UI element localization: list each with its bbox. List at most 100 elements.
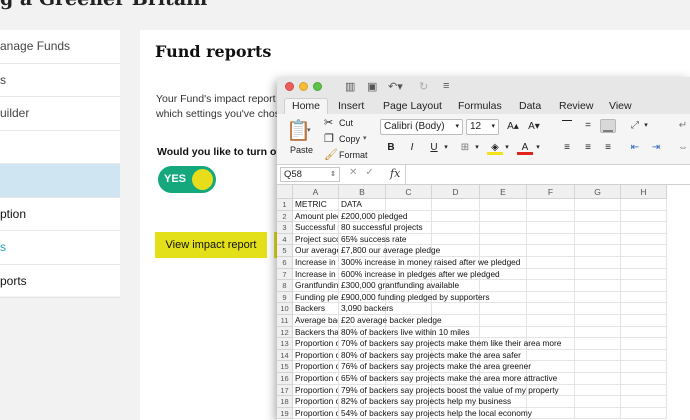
align-middle-icon[interactable]: = [580,119,596,133]
cell-b[interactable]: 54% of backers say projects help the loc… [339,407,532,420]
sidebar-item[interactable] [0,131,120,164]
bold-button[interactable]: B [383,141,399,155]
tab-insert[interactable]: Insert [338,98,364,114]
sidebar-item[interactable]: anage Funds [0,30,120,64]
cell-e[interactable] [480,199,527,211]
cell-e[interactable] [480,210,527,223]
cell-e[interactable] [480,222,527,234]
cell-g[interactable] [575,291,621,304]
row-header[interactable]: 19 [277,407,293,420]
row-header[interactable]: 3 [277,222,293,234]
cell-g[interactable] [575,233,621,246]
tab-home[interactable]: Home [284,98,329,114]
cell-h[interactable] [621,349,667,362]
formula-cancel-confirm-icons[interactable]: ✕✓ [349,167,382,178]
cell-g[interactable] [575,338,621,350]
save-icon[interactable]: ▣ [367,80,377,93]
cell-f[interactable] [527,280,575,292]
cell-f[interactable] [527,315,575,327]
cell-d[interactable] [432,210,480,223]
cell-f[interactable] [527,233,575,246]
column-header[interactable]: A [293,185,339,199]
cell-a[interactable]: Backers [293,303,339,315]
format-painter-button[interactable]: Format [339,150,368,160]
cell-e[interactable] [480,315,527,327]
underline-dropdown-icon[interactable]: ▾ [442,141,450,155]
row-header[interactable]: 12 [277,326,293,339]
cell-h[interactable] [621,280,667,292]
borders-dropdown-icon[interactable]: ▾ [473,141,481,155]
tab-page-layout[interactable]: Page Layout [383,98,442,114]
cell-h[interactable] [621,303,667,315]
cell-a[interactable]: Grantfunding [293,280,339,292]
cell-f[interactable] [527,245,575,257]
cell-d[interactable] [432,222,480,234]
cell-b[interactable]: 3,090 backers [339,303,393,315]
insert-function-icon[interactable]: fx [390,167,400,180]
cell-g[interactable] [575,349,621,362]
cell-g[interactable] [575,373,621,385]
column-header[interactable]: D [432,185,480,199]
font-color-icon[interactable]: A [517,141,533,155]
orientation-dropdown-icon[interactable]: ▾ [642,119,650,133]
row-header[interactable]: 2 [277,210,293,223]
cell-a[interactable]: Proportion of [293,349,339,362]
orientation-icon[interactable]: ⤢ [627,119,643,133]
name-box[interactable]: Q58 ⇕ [280,167,340,182]
cell-a[interactable]: Average bac [293,315,339,327]
cut-button[interactable]: Cut [339,118,353,128]
sidebar-item[interactable]: s [0,64,120,97]
cell-a[interactable]: Funding plec [293,291,339,304]
format-painter-icon[interactable]: 🖌 [324,148,338,161]
cell-g[interactable] [575,315,621,327]
cell-f[interactable] [527,199,575,211]
cell-h[interactable] [621,326,667,339]
cell-b[interactable]: 79% of backers say projects boost the va… [339,384,559,397]
sidebar-item[interactable]: ption [0,198,120,231]
cell-a[interactable]: Proportion of [293,407,339,420]
increase-indent-icon[interactable]: ⇥ [648,141,664,155]
cell-a[interactable]: Project succ [293,233,339,246]
cell-f[interactable] [527,326,575,339]
cell-b[interactable]: £900,000 funding pledged by supporters [339,291,490,304]
cell-g[interactable] [575,245,621,257]
copy-button[interactable]: Copy [339,134,360,144]
cell-f[interactable] [527,257,575,269]
cell-b[interactable]: £7,800 our average pledge [339,245,440,257]
cell-e[interactable] [480,326,527,339]
cell-h[interactable] [621,222,667,234]
cell-d[interactable] [432,233,480,246]
tab-formulas[interactable]: Formulas [458,98,502,114]
column-header[interactable]: H [621,185,667,199]
row-header[interactable]: 6 [277,257,293,269]
row-header[interactable]: 4 [277,233,293,246]
row-header[interactable]: 17 [277,384,293,397]
cell-f[interactable] [527,210,575,223]
cell-h[interactable] [621,338,667,350]
cell-h[interactable] [621,245,667,257]
cell-d[interactable] [432,303,480,315]
shrink-font-button[interactable]: A▾ [525,120,543,134]
borders-icon[interactable]: ⊞ [457,141,473,155]
row-header[interactable]: 15 [277,361,293,373]
cell-a[interactable]: Amount pled [293,210,339,223]
cell-a[interactable]: Proportion of [293,361,339,373]
column-header[interactable]: B [339,185,386,199]
cell-g[interactable] [575,326,621,339]
cell-f[interactable] [527,361,575,373]
cell-d[interactable] [432,199,480,211]
cell-g[interactable] [575,407,621,420]
align-left-icon[interactable]: ≡ [559,141,575,155]
cell-g[interactable] [575,222,621,234]
cell-a[interactable]: Increase in n [293,257,339,269]
cell-g[interactable] [575,199,621,211]
cell-a[interactable]: METRIC [293,199,339,211]
cell-e[interactable] [480,280,527,292]
cell-h[interactable] [621,407,667,420]
copy-icon[interactable]: ❐ [324,132,334,145]
cell-f[interactable] [527,349,575,362]
cell-h[interactable] [621,373,667,385]
fill-color-icon[interactable]: ◈ [487,141,503,155]
sidebar-item[interactable]: ports [0,265,120,298]
cell-a[interactable]: Proportion of [293,338,339,350]
